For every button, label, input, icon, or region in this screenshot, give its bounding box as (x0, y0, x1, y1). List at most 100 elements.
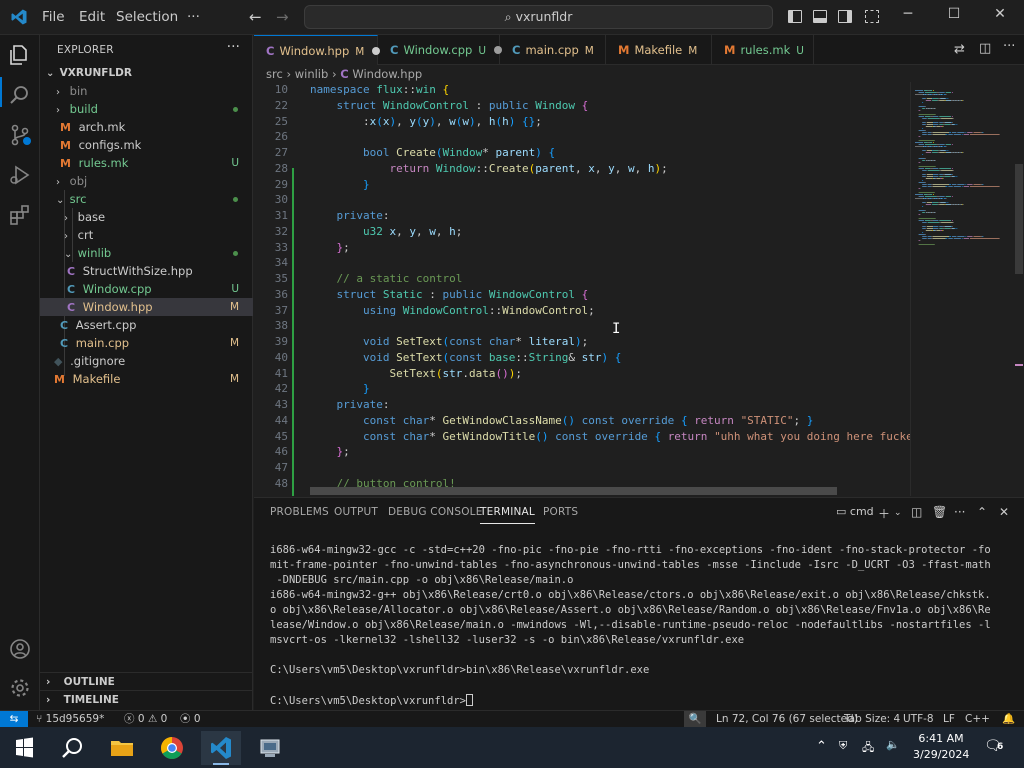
split-editor-icon[interactable]: ◫ (979, 41, 991, 56)
menu-file[interactable]: File (42, 9, 65, 25)
command-center-search[interactable]: ⌕ vxrunfldr (304, 5, 773, 29)
new-terminal-icon[interactable]: ＋ (878, 505, 890, 522)
tree-file-main-cpp[interactable]: C main.cpp M (40, 334, 253, 352)
language-mode[interactable]: C++ (965, 711, 990, 727)
more-actions-icon[interactable]: ··· (954, 505, 965, 519)
windows-taskbar: ⌃ ⛨ 🖧 🔈 6:41 AM 3/29/2024 🗨 6 (0, 727, 1024, 768)
tab-problems[interactable]: PROBLEMS (270, 506, 329, 518)
workspace-root[interactable]: ⌄ VXRUNFLDR (40, 64, 253, 82)
tab-window-cpp[interactable]: C Window.cpp U (378, 35, 503, 65)
tree-file-configs-mk[interactable]: M configs.mk (40, 136, 253, 154)
maximize-panel-icon[interactable]: ⌃ (977, 505, 987, 519)
back-arrow-icon[interactable]: ← (249, 8, 262, 26)
clock-time[interactable]: 6:41 AM (916, 732, 966, 745)
git-branch[interactable]: ⑂ 15d95659* (36, 711, 104, 727)
account-icon[interactable] (8, 637, 32, 661)
minimap[interactable] (910, 82, 1024, 496)
tab-main-cpp[interactable]: Cmain.cpp M (500, 35, 606, 65)
tab-output[interactable]: OUTPUT (334, 506, 378, 518)
explorer-icon[interactable] (8, 43, 32, 67)
file-explorer-icon[interactable] (102, 731, 142, 765)
chevron-down-icon[interactable]: ⌄ (894, 508, 902, 518)
tab-status: U (796, 45, 804, 57)
code-token: str (442, 366, 463, 380)
compare-changes-icon[interactable]: ⇄ (954, 42, 965, 57)
toggle-panel-icon[interactable] (813, 10, 827, 23)
horizontal-scrollbar[interactable] (310, 487, 837, 495)
close-icon[interactable]: ✕ (990, 6, 1010, 22)
tab-makefile[interactable]: M Makefile M (606, 35, 712, 65)
tree-file-makefile[interactable]: M Makefile M (40, 370, 253, 388)
maximize-icon[interactable]: ☐ (944, 6, 964, 22)
menu-edit[interactable]: Edit (79, 9, 105, 25)
tree-file-gitignore[interactable]: ◆ .gitignore (40, 352, 253, 370)
code-editor[interactable]: 10 namespace flux::win {22 struct WindowC… (254, 82, 910, 496)
zoom-icon[interactable]: 🔍 (684, 711, 706, 727)
code-token: parent (535, 161, 575, 175)
run-debug-icon[interactable] (8, 163, 32, 187)
customize-layout-icon[interactable] (865, 10, 879, 23)
tab-terminal[interactable]: TERMINAL (480, 506, 535, 524)
menu-selection[interactable]: Selection (116, 9, 178, 25)
tab-window-hpp[interactable]: C Window.hpp M (254, 35, 381, 65)
more-actions-icon[interactable]: ··· (1003, 39, 1015, 54)
more-actions-icon[interactable]: ··· (227, 39, 240, 55)
tree-folder-base[interactable]: › base (40, 208, 253, 226)
cursor-position[interactable]: Ln 72, Col 76 (67 selected) (716, 711, 858, 727)
notifications-bell-icon[interactable]: 🔔 (1002, 711, 1015, 727)
forward-arrow-icon[interactable]: → (276, 8, 289, 26)
tab-size[interactable]: Tab Size: 4 (844, 711, 900, 727)
tree-file-window-hpp[interactable]: C Window.hpp M (40, 298, 253, 316)
tree-file-arch-mk[interactable]: M arch.mk (40, 118, 253, 136)
breadcrumb-item[interactable]: src (266, 67, 283, 81)
search-icon[interactable] (52, 731, 92, 765)
tree-file-window-cpp[interactable]: C Window.cpp U (40, 280, 253, 298)
clock-date[interactable]: 3/29/2024 (913, 748, 969, 761)
code-token: String (528, 350, 569, 364)
breadcrumb-item[interactable]: Window.hpp (352, 67, 422, 81)
line-ending[interactable]: LF (943, 711, 955, 727)
encoding[interactable]: UTF-8 (903, 711, 934, 727)
tree-file-rules-mk[interactable]: M rules.mk U (40, 154, 253, 172)
windows-start-icon[interactable] (4, 731, 44, 765)
network-icon[interactable]: 🖧 (862, 739, 874, 758)
extensions-icon[interactable] (8, 203, 32, 227)
tree-file-structwithsize-hpp[interactable]: C StructWithSize.hpp (40, 262, 253, 280)
vscode-taskbar-button[interactable] (201, 731, 241, 765)
split-terminal-icon[interactable]: ◫ (911, 505, 922, 519)
outline-section[interactable]: › OUTLINE (40, 672, 253, 690)
code-token: char (488, 335, 516, 348)
remote-desktop-icon[interactable] (250, 731, 290, 765)
trash-icon[interactable]: 🗑 (932, 505, 947, 519)
timeline-section[interactable]: › TIMELINE (40, 690, 253, 708)
problems-indicator[interactable]: ⓧ 0 ⚠ 0 (124, 711, 167, 727)
security-shield-icon[interactable]: ⛨ (839, 739, 847, 753)
remote-indicator-icon[interactable]: ⇆ (0, 711, 28, 727)
tree-file-assert-cpp[interactable]: C Assert.cpp (40, 316, 253, 334)
breadcrumb-item[interactable]: winlib (295, 67, 329, 81)
tree-folder-obj[interactable]: › obj (40, 172, 253, 190)
menu-more[interactable]: ··· (187, 9, 200, 25)
tab-rules-mk[interactable]: Mrules.mk U (712, 35, 814, 65)
toggle-secondary-sidebar-icon[interactable] (838, 10, 852, 23)
tree-folder-winlib[interactable]: ⌄ winlib (40, 244, 253, 262)
close-panel-icon[interactable]: ✕ (999, 505, 1009, 519)
tree-folder-src[interactable]: ⌄ src (40, 190, 253, 208)
chevron-up-icon[interactable]: ⌃ (816, 739, 827, 754)
ports-indicator[interactable]: ⦿ 0 (180, 711, 201, 727)
chrome-icon[interactable] (152, 731, 192, 765)
tree-folder-bin[interactable]: › bin (40, 82, 253, 100)
minimize-icon[interactable]: ─ (898, 6, 918, 22)
source-control-icon[interactable] (8, 123, 32, 147)
tree-folder-crt[interactable]: › crt (40, 226, 253, 244)
search-icon[interactable] (8, 83, 32, 107)
tab-debug-console[interactable]: DEBUG CONSOLE (388, 506, 483, 518)
tree-folder-build[interactable]: › build (40, 100, 253, 118)
toggle-primary-sidebar-icon[interactable] (788, 10, 802, 23)
manage-gear-icon[interactable] (8, 676, 32, 700)
tab-ports[interactable]: PORTS (543, 506, 578, 518)
volume-icon[interactable]: 🔈 (886, 738, 900, 751)
terminal-profile[interactable]: ▭ cmd (836, 505, 874, 518)
tab-status: M (355, 46, 365, 58)
